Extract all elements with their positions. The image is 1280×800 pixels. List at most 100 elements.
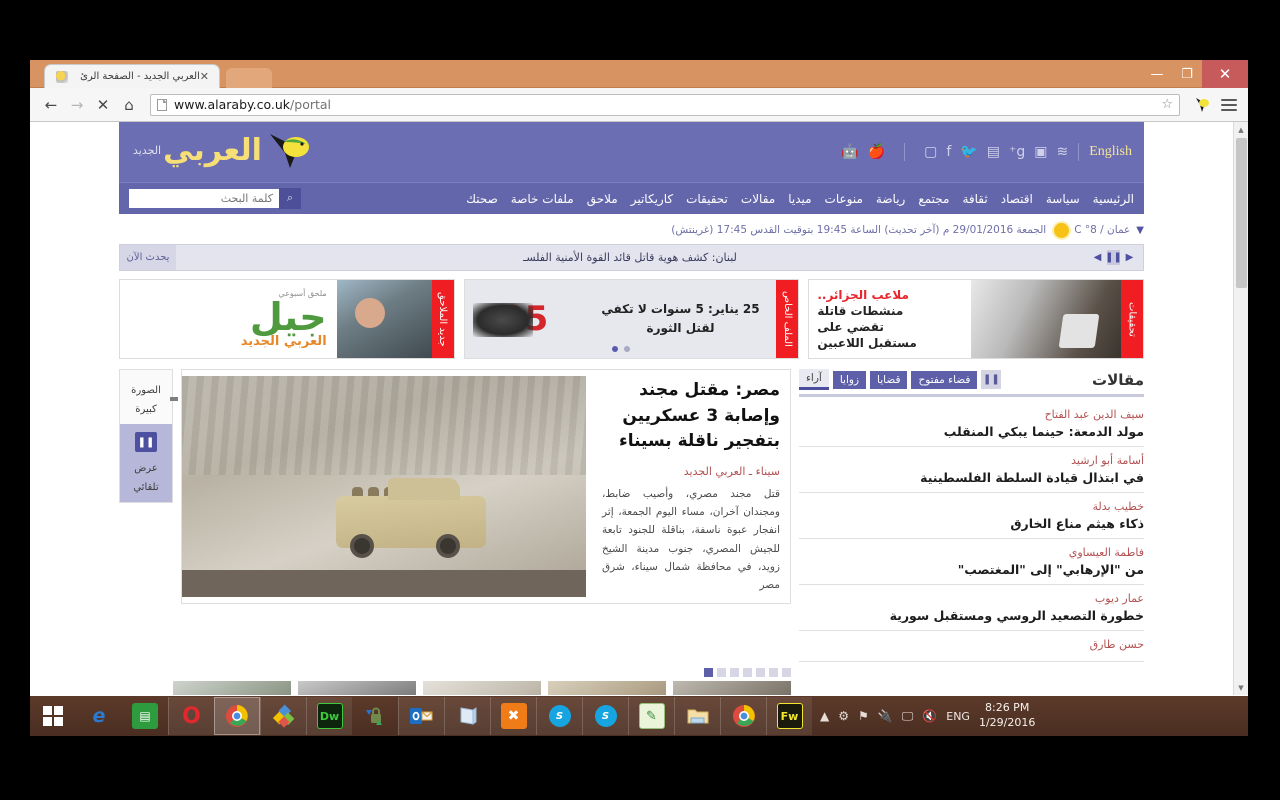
- taskbar-color-app[interactable]: [260, 697, 306, 735]
- ticker-headline[interactable]: لبنان: كشف هوية قاتل قائد القوة الأمنية …: [176, 251, 1084, 264]
- network-flag-icon[interactable]: ⚑: [858, 709, 869, 723]
- autoplay-button[interactable]: ❚❚ عرض تلقائي: [120, 424, 172, 502]
- chevron-down-icon[interactable]: ▼: [1136, 225, 1144, 236]
- instagram-icon[interactable]: ▣: [1034, 145, 1047, 159]
- taskbar-dreamweaver[interactable]: Dw: [306, 697, 352, 735]
- chrome-menu-icon[interactable]: [1218, 98, 1240, 111]
- article-title[interactable]: ذكاء هيثم مناع الخارق: [799, 516, 1144, 531]
- stop-icon[interactable]: ✕: [90, 92, 116, 118]
- thumbnail-4[interactable]: [548, 681, 666, 695]
- article-title[interactable]: خطورة التصعيد الروسي ومستقبل سورية: [799, 608, 1144, 623]
- carousel-dot-7[interactable]: [704, 668, 713, 677]
- tab-opinions[interactable]: آراء: [799, 369, 829, 390]
- extension-bird-icon[interactable]: [1192, 94, 1214, 116]
- nav-item-home[interactable]: الرئيسية: [1093, 192, 1134, 206]
- article-title[interactable]: مولد الدمعة: حينما يبكي المنقلب: [799, 424, 1144, 439]
- ticker-prev-icon[interactable]: ◀: [1091, 250, 1104, 265]
- article-author[interactable]: خطيب بدلة: [799, 500, 1144, 513]
- nav-item-articles[interactable]: مقالات: [741, 192, 775, 206]
- banner-tab-supplements[interactable]: جديد الملاحق: [431, 280, 454, 358]
- nav-item-variety[interactable]: منوعات: [825, 192, 863, 206]
- taskbar-chrome-second[interactable]: [720, 697, 766, 735]
- tab-close-icon[interactable]: ✕: [200, 70, 209, 83]
- scrollbar-thumb[interactable]: [1236, 138, 1247, 288]
- bookmark-star-icon[interactable]: ☆: [1161, 97, 1173, 112]
- carousel-dot-4[interactable]: [743, 668, 752, 677]
- back-icon[interactable]: ←: [38, 92, 64, 118]
- article-title[interactable]: في ابتذال قيادة السلطة الفلسطينية: [799, 470, 1144, 485]
- tab-issues[interactable]: قضايا: [870, 370, 908, 389]
- forward-icon[interactable]: →: [64, 92, 90, 118]
- clock[interactable]: 8:26 PM 1/29/2016: [979, 701, 1035, 731]
- nav-item-investigations[interactable]: تحقيقات: [686, 192, 728, 206]
- address-bar[interactable]: www.alaraby.co.uk/portal ☆: [150, 93, 1180, 116]
- list-item[interactable]: حسن طارق: [799, 631, 1144, 662]
- list-item[interactable]: خطيب بدلة ذكاء هيثم مناع الخارق: [799, 493, 1144, 539]
- featured-headline[interactable]: مصر: مقتل مجند وإصابة 3 عسكريين بتفجير ن…: [602, 378, 780, 455]
- banner-tab-investigations[interactable]: تحقيقات: [1121, 280, 1143, 358]
- thumbnail-3[interactable]: [423, 681, 541, 695]
- banner-supplement-jeel[interactable]: جديد الملاحق ملحق أسبوعي جيل العربي الجد…: [118, 279, 455, 359]
- camera-icon[interactable]: ▢: [924, 145, 937, 159]
- start-button[interactable]: [30, 696, 76, 736]
- ticker-pause-icon[interactable]: ❚❚: [1105, 250, 1122, 265]
- article-author[interactable]: سيف الدين عبد الفتاح: [799, 408, 1144, 421]
- carousel-dot-2[interactable]: [769, 668, 778, 677]
- search-button[interactable]: ⌕: [279, 188, 301, 209]
- close-window-button[interactable]: ✕: [1202, 60, 1248, 88]
- maximize-button[interactable]: ❐: [1172, 60, 1202, 88]
- article-author[interactable]: فاطمة العيساوي: [799, 546, 1144, 559]
- taskbar-sync-lock[interactable]: [352, 697, 398, 735]
- site-logo[interactable]: العربي الجديد: [133, 128, 322, 172]
- carousel-dot-5[interactable]: [730, 668, 739, 677]
- carousel-dot-6[interactable]: [717, 668, 726, 677]
- youtube-icon[interactable]: ▤: [987, 145, 1000, 159]
- list-item[interactable]: أسامة أبو ارشيد في ابتذال قيادة السلطة ا…: [799, 447, 1144, 493]
- tray-overflow-icon[interactable]: ▲: [820, 709, 829, 723]
- banner-dot-1[interactable]: [623, 346, 630, 352]
- nav-item-society[interactable]: مجتمع: [918, 192, 949, 206]
- home-icon[interactable]: ⌂: [116, 92, 142, 118]
- banner-special-file[interactable]: الملف الخاص 25 يناير: 5 سنوات لا تكفي لق…: [463, 279, 800, 359]
- twitter-icon[interactable]: 🐦: [960, 145, 977, 159]
- list-item[interactable]: فاطمة العيساوي من "الإرهابي" إلى "المغتص…: [799, 539, 1144, 585]
- nav-item-economy[interactable]: اقتصاد: [1001, 192, 1033, 206]
- taskbar-skype-one[interactable]: S: [536, 697, 582, 735]
- article-title[interactable]: من "الإرهابي" إلى "المغتصب": [799, 562, 1144, 577]
- english-link[interactable]: English: [1089, 144, 1132, 160]
- thumbnail-2[interactable]: [298, 681, 416, 695]
- banner-tab-special-file[interactable]: الملف الخاص: [776, 280, 799, 358]
- rss-icon[interactable]: ≋: [1056, 145, 1068, 159]
- thumbnail-1[interactable]: ‹: [173, 681, 291, 695]
- volume-muted-icon[interactable]: 🔇: [922, 709, 937, 723]
- scroll-down-arrow[interactable]: ▼: [1234, 680, 1248, 695]
- banner-investigations[interactable]: تحقيقات ملاعب الجزائر.. منشطات قاتلة تقض…: [808, 279, 1144, 359]
- minimize-button[interactable]: —: [1142, 60, 1172, 88]
- articles-pause-button[interactable]: ❚❚: [981, 370, 1002, 389]
- device-icon[interactable]: 🔌: [878, 709, 893, 723]
- taskbar-internet-explorer[interactable]: e: [76, 697, 122, 735]
- carousel-dot-1[interactable]: [782, 668, 791, 677]
- nav-item-caricature[interactable]: كاريكاتير: [631, 192, 673, 206]
- nav-item-media[interactable]: ميديا: [788, 192, 811, 206]
- tab-corners[interactable]: زوايا: [832, 370, 867, 389]
- taskbar-xampp[interactable]: ✖: [490, 697, 536, 735]
- list-item[interactable]: سيف الدين عبد الفتاح مولد الدمعة: حينما …: [799, 401, 1144, 447]
- article-author[interactable]: حسن طارق: [799, 638, 1144, 651]
- googleplus-icon[interactable]: g⁺: [1009, 145, 1025, 159]
- settings-icon[interactable]: ⚙: [838, 709, 849, 723]
- list-item[interactable]: عمار ديوب خطورة التصعيد الروسي ومستقبل س…: [799, 585, 1144, 631]
- taskbar-notepad[interactable]: [444, 697, 490, 735]
- taskbar-windows-store[interactable]: ▤: [122, 697, 168, 735]
- display-icon[interactable]: 🖵: [902, 709, 914, 724]
- taskbar-notepad-plus-plus[interactable]: ✎: [628, 697, 674, 735]
- new-tab-button[interactable]: [226, 68, 272, 88]
- carousel-dot-3[interactable]: [756, 668, 765, 677]
- page-scrollbar[interactable]: ▲ ▼: [1233, 122, 1248, 695]
- nav-item-health[interactable]: صحتك: [466, 192, 498, 206]
- nav-item-special-files[interactable]: ملفات خاصة: [511, 192, 574, 206]
- browser-tab[interactable]: ✕ العربي الجديد - الصفحة الرئ: [44, 64, 220, 88]
- apple-icon[interactable]: 🍎: [868, 145, 885, 159]
- taskbar-outlook[interactable]: [398, 697, 444, 735]
- facebook-icon[interactable]: f: [946, 145, 951, 159]
